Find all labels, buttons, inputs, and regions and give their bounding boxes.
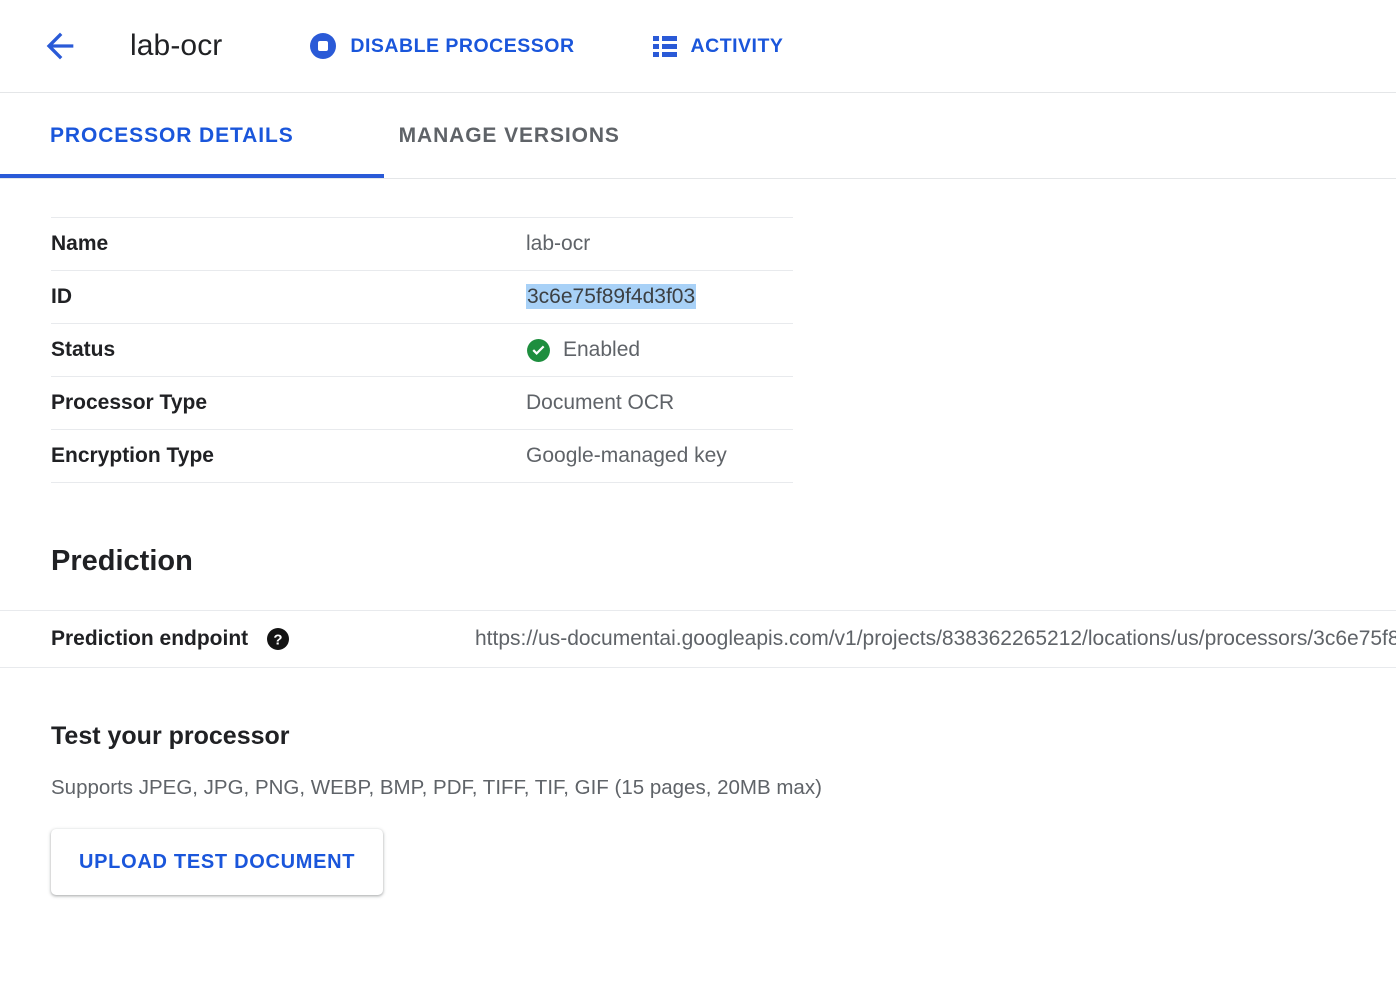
detail-value-processor-type: Document OCR — [526, 376, 793, 430]
check-circle-icon — [527, 338, 550, 362]
table-row: Name lab-ocr — [51, 217, 793, 271]
activity-button[interactable]: ACTIVITY — [643, 29, 794, 64]
detail-key-processor-type: Processor Type — [51, 376, 526, 430]
tab-manage-versions[interactable]: MANAGE VERSIONS — [399, 93, 620, 178]
detail-key-encryption-type: Encryption Type — [51, 429, 526, 483]
prediction-heading: Prediction — [51, 545, 193, 577]
table-row: ID 3c6e75f89f4d3f03 — [51, 270, 793, 324]
disable-processor-label: DISABLE PROCESSOR — [350, 34, 575, 57]
tab-bar: PROCESSOR DETAILS MANAGE VERSIONS — [0, 93, 1396, 179]
prediction-table: Prediction endpoint ? https://us-documen… — [0, 610, 1396, 668]
detail-value-name: lab-ocr — [526, 217, 793, 271]
top-bar-actions: DISABLE PROCESSOR ACTIVITY — [300, 27, 793, 65]
detail-value-encryption-type: Google-managed key — [526, 429, 793, 483]
detail-value-id-cell: 3c6e75f89f4d3f03 — [526, 270, 793, 324]
page-title: lab-ocr — [130, 29, 223, 62]
upload-test-document-button[interactable]: UPLOAD TEST DOCUMENT — [51, 829, 384, 895]
detail-value-id[interactable]: 3c6e75f89f4d3f03 — [526, 284, 697, 309]
table-row: Status Enabled — [51, 323, 793, 377]
processor-details-content: Name lab-ocr ID 3c6e75f89f4d3f03 Status — [0, 217, 1396, 895]
tab-active-indicator — [0, 174, 384, 178]
back-button[interactable] — [36, 22, 84, 70]
test-processor-heading: Test your processor — [51, 722, 290, 750]
prediction-endpoint-key-cell: Prediction endpoint ? — [0, 610, 475, 668]
detail-key-name: Name — [51, 217, 526, 271]
tab-processor-details[interactable]: PROCESSOR DETAILS — [50, 93, 294, 178]
disable-processor-button[interactable]: DISABLE PROCESSOR — [300, 27, 584, 65]
processor-details-table: Name lab-ocr ID 3c6e75f89f4d3f03 Status — [51, 217, 793, 483]
table-row: Encryption Type Google-managed key — [51, 429, 793, 483]
top-app-bar: lab-ocr DISABLE PROCESSOR ACTIVITY — [0, 0, 1396, 93]
help-icon[interactable]: ? — [266, 627, 290, 651]
table-row: Prediction endpoint ? https://us-documen… — [0, 610, 1396, 668]
detail-key-id: ID — [51, 270, 526, 324]
status-badge: Enabled — [563, 338, 641, 361]
table-row: Processor Type Document OCR — [51, 376, 793, 430]
detail-key-status: Status — [51, 323, 526, 377]
prediction-endpoint-label: Prediction endpoint — [51, 627, 249, 650]
arrow-back-icon — [46, 32, 74, 60]
prediction-endpoint-value[interactable]: https://us-documentai.googleapis.com/v1/… — [475, 610, 1396, 668]
detail-value-status-cell: Enabled — [526, 323, 793, 377]
list-icon — [652, 35, 677, 57]
svg-text:?: ? — [274, 632, 283, 649]
stop-circle-icon — [310, 33, 337, 59]
activity-label: ACTIVITY — [690, 34, 784, 57]
supported-formats-text: Supports JPEG, JPG, PNG, WEBP, BMP, PDF,… — [51, 776, 822, 799]
